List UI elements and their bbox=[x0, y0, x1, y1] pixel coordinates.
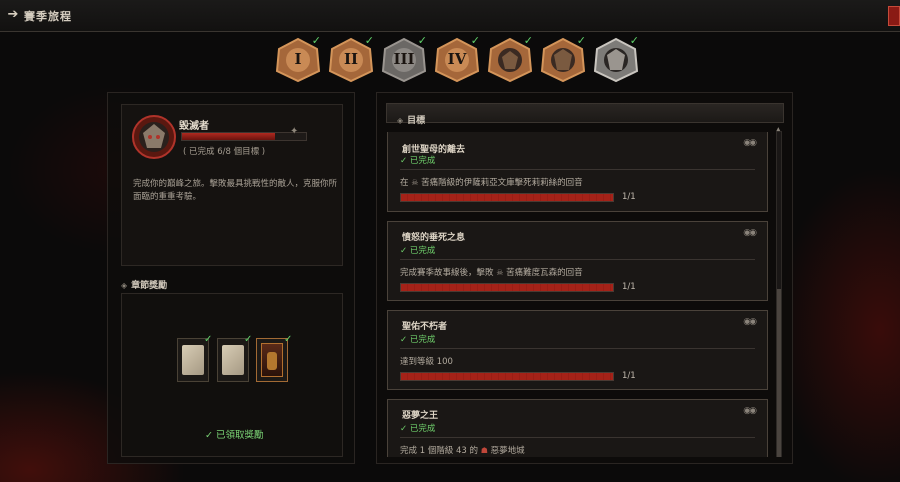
objective-description: 完成賽季故事線後，擊敗 ☠ 苦痛難度瓦森的回音 bbox=[400, 266, 583, 278]
objectives-header-label: 目標 bbox=[407, 116, 426, 126]
destroyer-emblem-icon bbox=[131, 114, 177, 160]
objective-count: 1/1 bbox=[622, 192, 636, 202]
objective-progress-bar bbox=[400, 372, 614, 381]
chapter-emblems: I ✓ II ✓ III ✓ IV ✓ ✓ ✓ ✓ bbox=[275, 34, 639, 87]
objective-title: 憤怒的垂死之息 bbox=[402, 233, 466, 243]
check-icon: ✓ bbox=[629, 34, 639, 47]
objective-status: ✓ 已完成 bbox=[400, 335, 436, 345]
scrollbar-thumb[interactable] bbox=[777, 289, 781, 457]
top-bar: ➔ 賽季旅程 bbox=[0, 0, 900, 32]
title-progress-text: ( 已完成 6/8 個目標 ) bbox=[183, 147, 266, 157]
objective-description: 達到等級 100 bbox=[400, 357, 453, 367]
scroll-icon bbox=[222, 345, 244, 375]
title-progress-fill bbox=[182, 133, 275, 140]
objective-count: 1/1 bbox=[622, 371, 636, 381]
objective-progress-fill bbox=[401, 373, 613, 380]
objective-status: ✓ 已完成 bbox=[400, 424, 436, 434]
diamond-icon: ◈ bbox=[397, 116, 404, 125]
check-icon: ✓ bbox=[284, 334, 293, 345]
rewards-header: ◈ 章節獎勵 bbox=[121, 273, 343, 291]
check-icon: ✓ bbox=[576, 34, 586, 47]
progress-marker-icon: ✦ bbox=[290, 126, 299, 137]
desc-suffix: 苦痛階級的伊薩莉亞文庫擊死莉莉絲的回音 bbox=[421, 178, 583, 188]
divider bbox=[400, 437, 755, 438]
chapter-numeral: I bbox=[294, 50, 302, 68]
check-icon: ✓ bbox=[523, 34, 533, 47]
chapter-5-emblem[interactable]: ✓ bbox=[487, 34, 533, 83]
chapter-1-emblem[interactable]: I ✓ bbox=[275, 34, 321, 83]
desc-suffix: 惡夢地城 bbox=[490, 446, 525, 456]
check-icon: ✓ bbox=[364, 34, 374, 47]
torment-icon: ☠ bbox=[496, 268, 504, 277]
check-icon: ✓ bbox=[311, 34, 321, 47]
check-icon: ✓ bbox=[204, 334, 213, 345]
divider bbox=[400, 259, 755, 260]
objective-count: 1/1 bbox=[622, 282, 636, 292]
chapter-6-emblem[interactable]: ✓ bbox=[540, 34, 586, 83]
objective-title: 聖佑不朽者 bbox=[402, 322, 448, 332]
divider bbox=[400, 348, 755, 349]
torment-icon: ☠ bbox=[411, 178, 419, 187]
title-name: 毀滅者 bbox=[179, 121, 209, 132]
objective-description: 完成 1 個階級 43 的 ☗ 惡夢地城 bbox=[400, 444, 525, 456]
chapter-7-emblem[interactable]: ✓ bbox=[593, 34, 639, 83]
objective-progress-bar bbox=[400, 193, 614, 202]
gamepad-icon: ◉◉ bbox=[743, 406, 757, 416]
title-description: 完成你的巔峰之旅。擊敗最具挑戰性的敵人，克服你所面臨的重重考驗。 bbox=[133, 179, 338, 202]
dungeon-icon: ☗ bbox=[480, 446, 488, 455]
desc-prefix: 完成 1 個階級 43 的 bbox=[400, 446, 479, 456]
back-arrow-icon[interactable]: ➔ bbox=[4, 6, 22, 24]
rewards-header-label: 章節獎勵 bbox=[131, 281, 168, 291]
gamepad-icon: ◉◉ bbox=[743, 317, 757, 327]
objectives-scrollbar[interactable] bbox=[776, 131, 782, 457]
lantern-icon bbox=[261, 343, 283, 377]
chapter-4-emblem[interactable]: IV ✓ bbox=[434, 34, 480, 83]
check-icon: ✓ bbox=[244, 334, 253, 345]
gamepad-icon: ◉◉ bbox=[743, 228, 757, 238]
chapter-3-emblem[interactable]: III ✓ bbox=[381, 34, 427, 83]
objective-description: 在 ☠ 苦痛階級的伊薩莉亞文庫擊死莉莉絲的回音 bbox=[400, 176, 583, 188]
close-button[interactable] bbox=[888, 6, 900, 26]
rewards-claimed-label: ✓ 已領取獎勵 bbox=[205, 430, 264, 441]
objective-card: 創世聖母的離去 ◉◉ ✓ 已完成 在 ☠ 苦痛階級的伊薩莉亞文庫擊死莉莉絲的回音… bbox=[387, 132, 768, 212]
chapter-numeral: II bbox=[343, 50, 359, 68]
objective-status: ✓ 已完成 bbox=[400, 246, 436, 256]
title-progress-bar bbox=[181, 132, 307, 141]
objective-card: 惡夢之王 ◉◉ ✓ 已完成 完成 1 個階級 43 的 ☗ 惡夢地城 bbox=[387, 399, 768, 457]
objective-progress-fill bbox=[401, 284, 613, 291]
chapter-numeral: III bbox=[393, 50, 415, 68]
objective-progress-fill bbox=[401, 194, 613, 201]
objective-card: 聖佑不朽者 ◉◉ ✓ 已完成 達到等級 100 1/1 bbox=[387, 310, 768, 390]
desc-prefix: 在 bbox=[400, 178, 409, 188]
diamond-icon: ◈ bbox=[121, 281, 128, 290]
desc-suffix: 苦痛難度瓦森的回音 bbox=[506, 268, 583, 278]
scroll-icon bbox=[182, 345, 204, 375]
check-icon: ✓ bbox=[470, 34, 480, 47]
objective-title: 惡夢之王 bbox=[402, 411, 439, 421]
objective-card: 憤怒的垂死之息 ◉◉ ✓ 已完成 完成賽季故事線後，擊敗 ☠ 苦痛難度瓦森的回音… bbox=[387, 221, 768, 301]
objective-status: ✓ 已完成 bbox=[400, 156, 436, 166]
objectives-header: ◈ 目標 bbox=[386, 103, 784, 126]
divider bbox=[400, 169, 755, 170]
objective-progress-bar bbox=[400, 283, 614, 292]
desc-prefix: 完成賽季故事線後，擊敗 bbox=[400, 268, 494, 278]
check-icon: ✓ bbox=[417, 34, 427, 47]
chapter-numeral: IV bbox=[447, 50, 467, 68]
gamepad-icon: ◉◉ bbox=[743, 138, 757, 148]
chapter-2-emblem[interactable]: II ✓ bbox=[328, 34, 374, 83]
page-title: 賽季旅程 bbox=[24, 10, 72, 23]
